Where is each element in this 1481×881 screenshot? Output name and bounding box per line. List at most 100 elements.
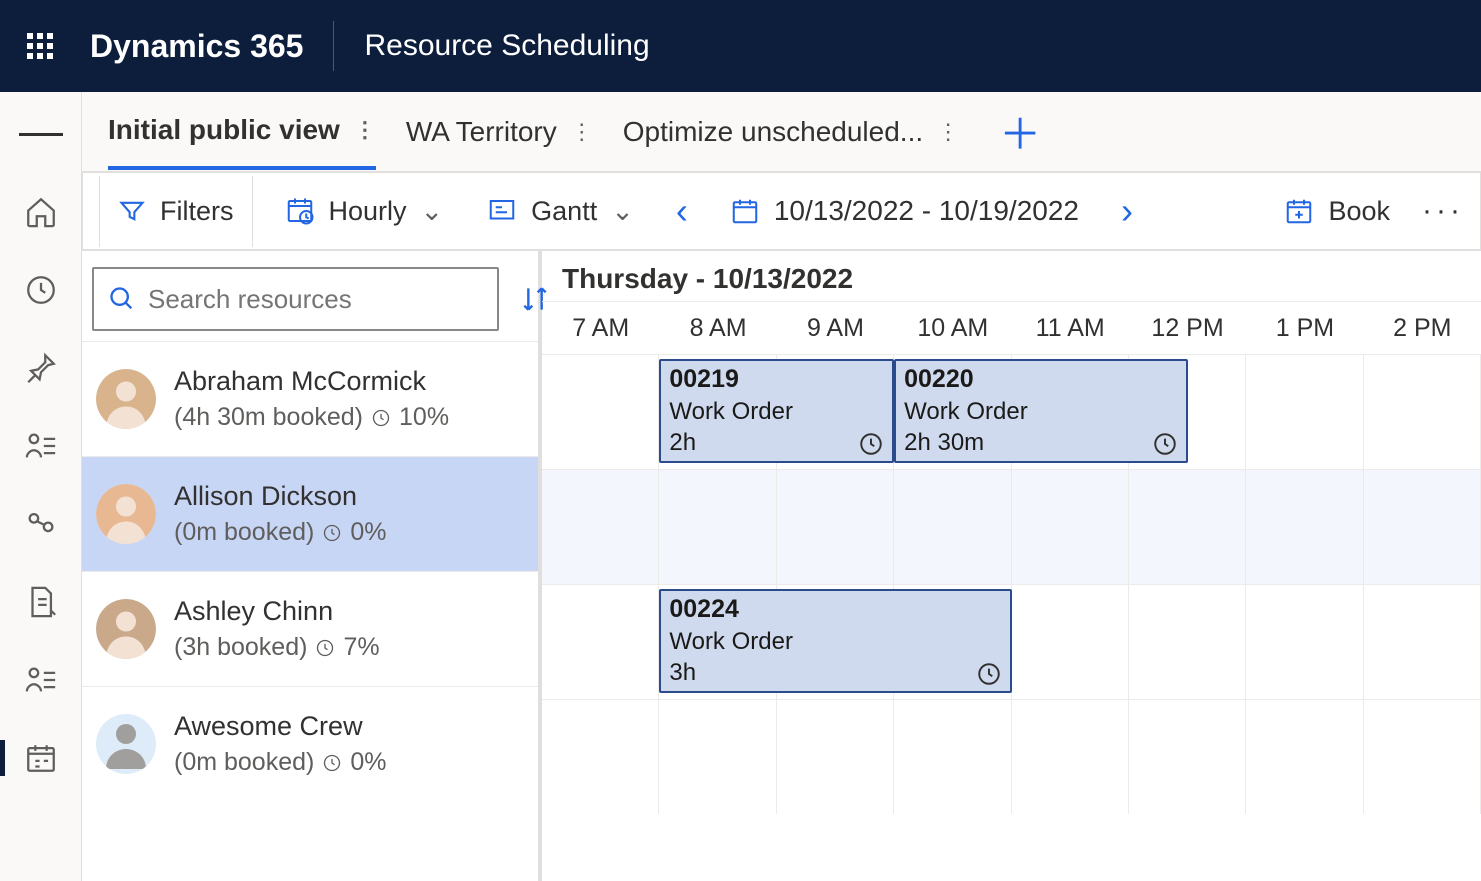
resource-info: Awesome Crew (0m booked) 0%: [174, 711, 387, 777]
resource-booked: (0m booked): [174, 748, 314, 777]
schedule-board: Abraham McCormick(4h 30m booked)10%Allis…: [82, 250, 1481, 881]
timeline: Thursday - 10/13/2022 7 AM8 AM9 AM10 AM1…: [542, 251, 1481, 881]
people-list-2-icon[interactable]: [19, 658, 63, 702]
timeline-row[interactable]: 00219Work Order2h 00220 Work Order 2h 30m: [542, 354, 1481, 469]
hour-label: 11 AM: [1012, 314, 1129, 343]
clock-icon: [371, 408, 391, 428]
people-list-icon[interactable]: [19, 424, 63, 468]
date-range-label: 10/13/2022 - 10/19/2022: [774, 195, 1079, 227]
hour-label: 8 AM: [659, 314, 776, 343]
resource-booked: (0m booked): [174, 518, 314, 547]
resource-utilization: 0%: [350, 518, 386, 547]
resource-utilization: 7%: [343, 633, 379, 662]
search-icon: [108, 285, 136, 313]
resource-row[interactable]: Awesome Crew (0m booked) 0%: [82, 686, 538, 801]
clock-icon: [315, 638, 335, 658]
hour-label: 10 AM: [894, 314, 1011, 343]
hour-label: 9 AM: [777, 314, 894, 343]
avatar: [96, 484, 156, 544]
resource-info: Ashley Chinn(3h booked)7%: [174, 596, 380, 662]
book-button[interactable]: Book: [1272, 190, 1402, 233]
booking-duration: 3h: [669, 659, 696, 687]
tab-optimize-unscheduled[interactable]: Optimize unscheduled... ⋮: [623, 96, 959, 168]
home-icon[interactable]: [19, 190, 63, 234]
tab-initial-public-view[interactable]: Initial public view ⋮: [108, 94, 376, 170]
clock-icon: [322, 753, 342, 773]
booking-block[interactable]: 00224 Work Order 3h: [659, 589, 1011, 693]
search-row: [82, 251, 538, 341]
prev-date-button[interactable]: ‹: [666, 190, 698, 232]
resource-row[interactable]: Allison Dickson (0m booked) 0%: [82, 456, 538, 571]
resource-meta: (4h 30m booked) 10%: [174, 403, 449, 432]
tab-menu-icon[interactable]: ⋮: [571, 119, 593, 145]
booking-duration: 2h: [669, 429, 696, 457]
booking-id: 00224: [669, 595, 1001, 624]
hour-label: 2 PM: [1364, 314, 1481, 343]
resource-booked: (4h 30m booked): [174, 403, 363, 432]
more-actions-button[interactable]: ···: [1422, 194, 1464, 228]
timescale-label: Hourly: [329, 196, 407, 227]
resource-name: Awesome Crew: [174, 711, 387, 742]
resource-row[interactable]: Abraham McCormick(4h 30m booked)10%: [82, 341, 538, 456]
chevron-down-icon: ⌄: [611, 196, 634, 227]
next-date-button[interactable]: ›: [1111, 190, 1143, 232]
booking-duration: 2h 30m: [904, 429, 984, 457]
clock-icon: [976, 661, 1002, 687]
schedule-board-icon[interactable]: [19, 736, 63, 780]
book-label: Book: [1328, 196, 1390, 227]
main-area: Initial public view ⋮ WA Territory ⋮ Opt…: [82, 92, 1481, 881]
resource-utilization: 10%: [399, 403, 449, 432]
clock-icon: [322, 523, 342, 543]
search-resources-input[interactable]: [92, 267, 499, 331]
clock-icon: [1152, 431, 1178, 457]
tab-menu-icon[interactable]: ⋮: [937, 119, 959, 145]
pin-icon[interactable]: [19, 346, 63, 390]
tab-wa-territory[interactable]: WA Territory ⋮: [406, 96, 593, 168]
day-header: Thursday - 10/13/2022: [542, 251, 1481, 302]
timeline-row[interactable]: [542, 469, 1481, 584]
add-tab-button[interactable]: ＋: [989, 101, 1051, 162]
resource-meta: (0m booked) 0%: [174, 518, 387, 547]
hours-row: 7 AM8 AM9 AM10 AM11 AM12 PM1 PM2 PM: [542, 302, 1481, 354]
resource-meta: (3h booked) 7%: [174, 633, 380, 662]
tab-label: Optimize unscheduled...: [623, 116, 923, 148]
clock-icon: [858, 431, 884, 457]
resource-meta: (0m booked) 0%: [174, 748, 387, 777]
booking-block[interactable]: 00220 Work Order 2h 30m: [894, 359, 1187, 463]
hour-label: 1 PM: [1246, 314, 1363, 343]
filters-label: Filters: [160, 196, 234, 227]
resource-utilization: 0%: [350, 748, 386, 777]
module-title: Resource Scheduling: [364, 29, 649, 63]
resource-name: Allison Dickson: [174, 481, 387, 512]
resource-info: Allison Dickson (0m booked) 0%: [174, 481, 387, 547]
resource-info: Abraham McCormick(4h 30m booked)10%: [174, 366, 449, 432]
resource-row[interactable]: Ashley Chinn(3h booked)7%: [82, 571, 538, 686]
view-dropdown[interactable]: Gantt ⌄: [475, 190, 646, 233]
avatar: [96, 599, 156, 659]
timeline-row[interactable]: 00224 Work Order 3h: [542, 584, 1481, 699]
chevron-down-icon: ⌄: [421, 196, 444, 227]
brand-title: Dynamics 365: [90, 28, 303, 65]
search-input-field[interactable]: [148, 284, 483, 315]
booking-type: Work Order: [904, 398, 1177, 426]
people-connect-icon[interactable]: [19, 502, 63, 546]
side-nav: [0, 92, 82, 881]
hour-label: 12 PM: [1129, 314, 1246, 343]
timeline-row[interactable]: [542, 699, 1481, 814]
date-range-picker[interactable]: 10/13/2022 - 10/19/2022: [718, 189, 1091, 233]
app-header: Dynamics 365 Resource Scheduling: [0, 0, 1481, 92]
booking-id: 00220: [904, 365, 1177, 394]
filters-button[interactable]: Filters: [99, 176, 253, 247]
booking-id: 00219: [669, 365, 884, 394]
timescale-dropdown[interactable]: Hourly ⌄: [273, 190, 456, 233]
tab-menu-icon[interactable]: ⋮: [354, 117, 376, 143]
resource-column: Abraham McCormick(4h 30m booked)10%Allis…: [82, 251, 542, 881]
app-launcher-icon[interactable]: [20, 27, 60, 65]
resource-booked: (3h booked): [174, 633, 307, 662]
booking-block[interactable]: 00219Work Order2h: [659, 359, 894, 463]
recent-icon[interactable]: [19, 268, 63, 312]
timeline-grid: 00219Work Order2h00220Work Order2h 30m00…: [542, 354, 1481, 814]
document-icon[interactable]: [19, 580, 63, 624]
menu-toggle-icon[interactable]: [19, 112, 63, 156]
booking-type: Work Order: [669, 628, 1001, 656]
